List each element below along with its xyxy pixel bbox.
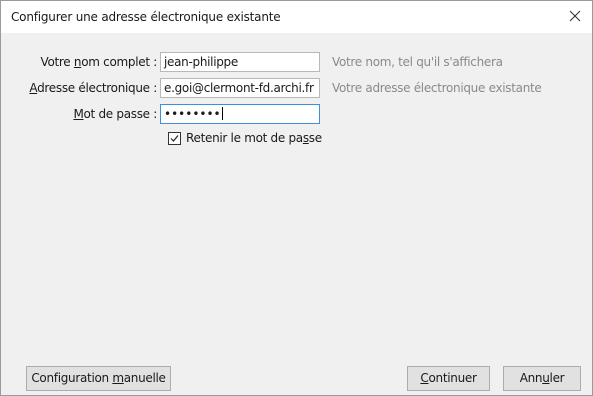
dialog-title: Configurer une adresse électronique exis… — [11, 10, 281, 24]
email-label: Adresse électronique : — [29, 81, 157, 95]
name-hint: Votre nom, tel qu'il s'affichera — [332, 55, 503, 69]
manual-config-button[interactable]: Configuration manuelle — [26, 366, 171, 391]
email-hint: Votre adresse électronique existante — [332, 81, 542, 95]
close-icon — [569, 10, 581, 22]
checkmark-icon — [170, 135, 179, 142]
checkbox-box[interactable] — [168, 132, 181, 145]
text-caret — [221, 107, 223, 120]
password-label: Mot de passe : — [73, 107, 157, 121]
name-label: Votre nom complet : — [40, 55, 158, 69]
close-button[interactable] — [564, 5, 586, 27]
title-bar: Configurer une adresse électronique exis… — [1, 1, 592, 33]
email-field[interactable]: e.goi@clermont-fd.archi.fr — [160, 78, 320, 98]
password-value: •••••••• — [164, 107, 221, 121]
email-value: e.goi@clermont-fd.archi.fr — [164, 81, 314, 95]
name-field[interactable]: jean-philippe — [160, 52, 320, 72]
cancel-button[interactable]: Annuler — [503, 366, 581, 391]
password-field[interactable]: •••••••• — [160, 104, 320, 124]
continue-button[interactable]: Continuer — [407, 366, 490, 391]
account-setup-dialog: Configurer une adresse électronique exis… — [0, 0, 593, 396]
remember-password-label: Retenir le mot de passe — [186, 131, 322, 145]
name-value: jean-philippe — [164, 55, 238, 69]
